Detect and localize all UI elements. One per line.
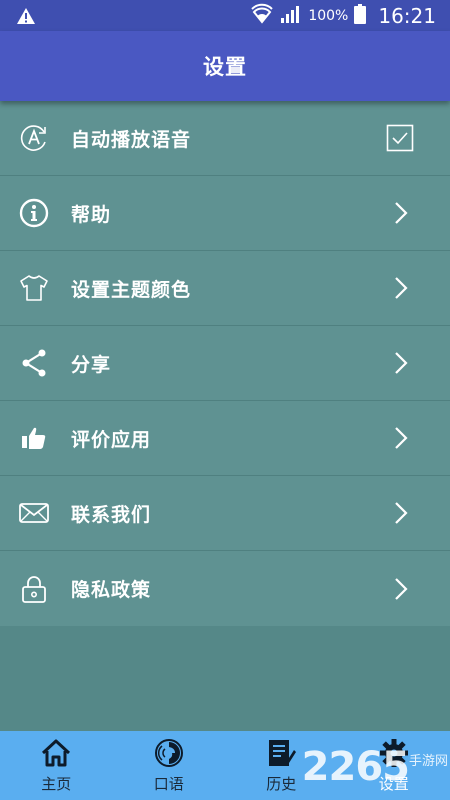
chevron-right-icon	[386, 575, 414, 603]
home-icon	[40, 737, 72, 769]
signal-icon	[280, 4, 302, 28]
nav-label: 设置	[378, 775, 409, 793]
nav-item-history[interactable]: 历史	[225, 731, 338, 800]
settings-item-privacy[interactable]: 隐私政策	[0, 551, 450, 626]
settings-item-contact[interactable]: 联系我们	[0, 476, 450, 551]
battery-icon	[354, 3, 367, 28]
share-icon	[18, 347, 50, 379]
history-icon	[265, 737, 297, 769]
nav-label: 历史	[266, 775, 297, 793]
nav-item-settings[interactable]: 设置	[338, 731, 450, 800]
nav-label: 主页	[41, 775, 72, 793]
settings-list: 自动播放语音 帮助 设置主题颜色 分享 评价应用 联系我们 隐私政策	[0, 101, 450, 626]
status-indicators: 100% 16:21	[250, 0, 436, 31]
chevron-right-icon	[386, 349, 414, 377]
thumbs-up-icon	[18, 422, 50, 454]
settings-item-label: 隐私政策	[71, 579, 152, 601]
status-bar: 100% 16:21	[0, 0, 450, 31]
clock: 16:21	[378, 3, 436, 28]
settings-item-help[interactable]: 帮助	[0, 176, 450, 251]
lock-icon	[18, 573, 50, 605]
gear-icon	[378, 737, 410, 769]
settings-item-label: 联系我们	[71, 503, 152, 526]
settings-item-label: 设置主题颜色	[71, 278, 192, 301]
wifi-icon	[250, 3, 274, 29]
chevron-right-icon	[386, 424, 414, 452]
settings-item-auto-play[interactable]: 自动播放语音	[0, 101, 450, 176]
auto-play-checkbox[interactable]	[386, 124, 414, 152]
auto-play-icon	[18, 122, 50, 154]
warning-icon	[16, 6, 36, 26]
chevron-right-icon	[386, 499, 414, 527]
mail-icon	[18, 497, 50, 529]
tshirt-icon	[18, 272, 50, 304]
info-icon	[18, 197, 50, 229]
nav-label: 口语	[153, 775, 184, 793]
settings-item-label: 自动播放语音	[71, 128, 192, 151]
settings-item-rate-app[interactable]: 评价应用	[0, 401, 450, 476]
page-title: 设置	[203, 55, 247, 79]
nav-item-home[interactable]: 主页	[0, 731, 113, 800]
speech-icon	[153, 737, 185, 769]
settings-item-theme-color[interactable]: 设置主题颜色	[0, 251, 450, 326]
chevron-right-icon	[386, 199, 414, 227]
settings-item-label: 帮助	[71, 203, 112, 226]
chevron-right-icon	[386, 274, 414, 302]
battery-percent: 100%	[308, 7, 349, 24]
app-bar: 设置	[0, 31, 450, 101]
settings-item-share[interactable]: 分享	[0, 326, 450, 401]
bottom-nav: 主页 口语 历史 设置 2265 手游网	[0, 731, 450, 800]
settings-item-label: 分享	[71, 353, 112, 376]
settings-item-label: 评价应用	[71, 428, 152, 451]
nav-item-speech[interactable]: 口语	[113, 731, 226, 800]
